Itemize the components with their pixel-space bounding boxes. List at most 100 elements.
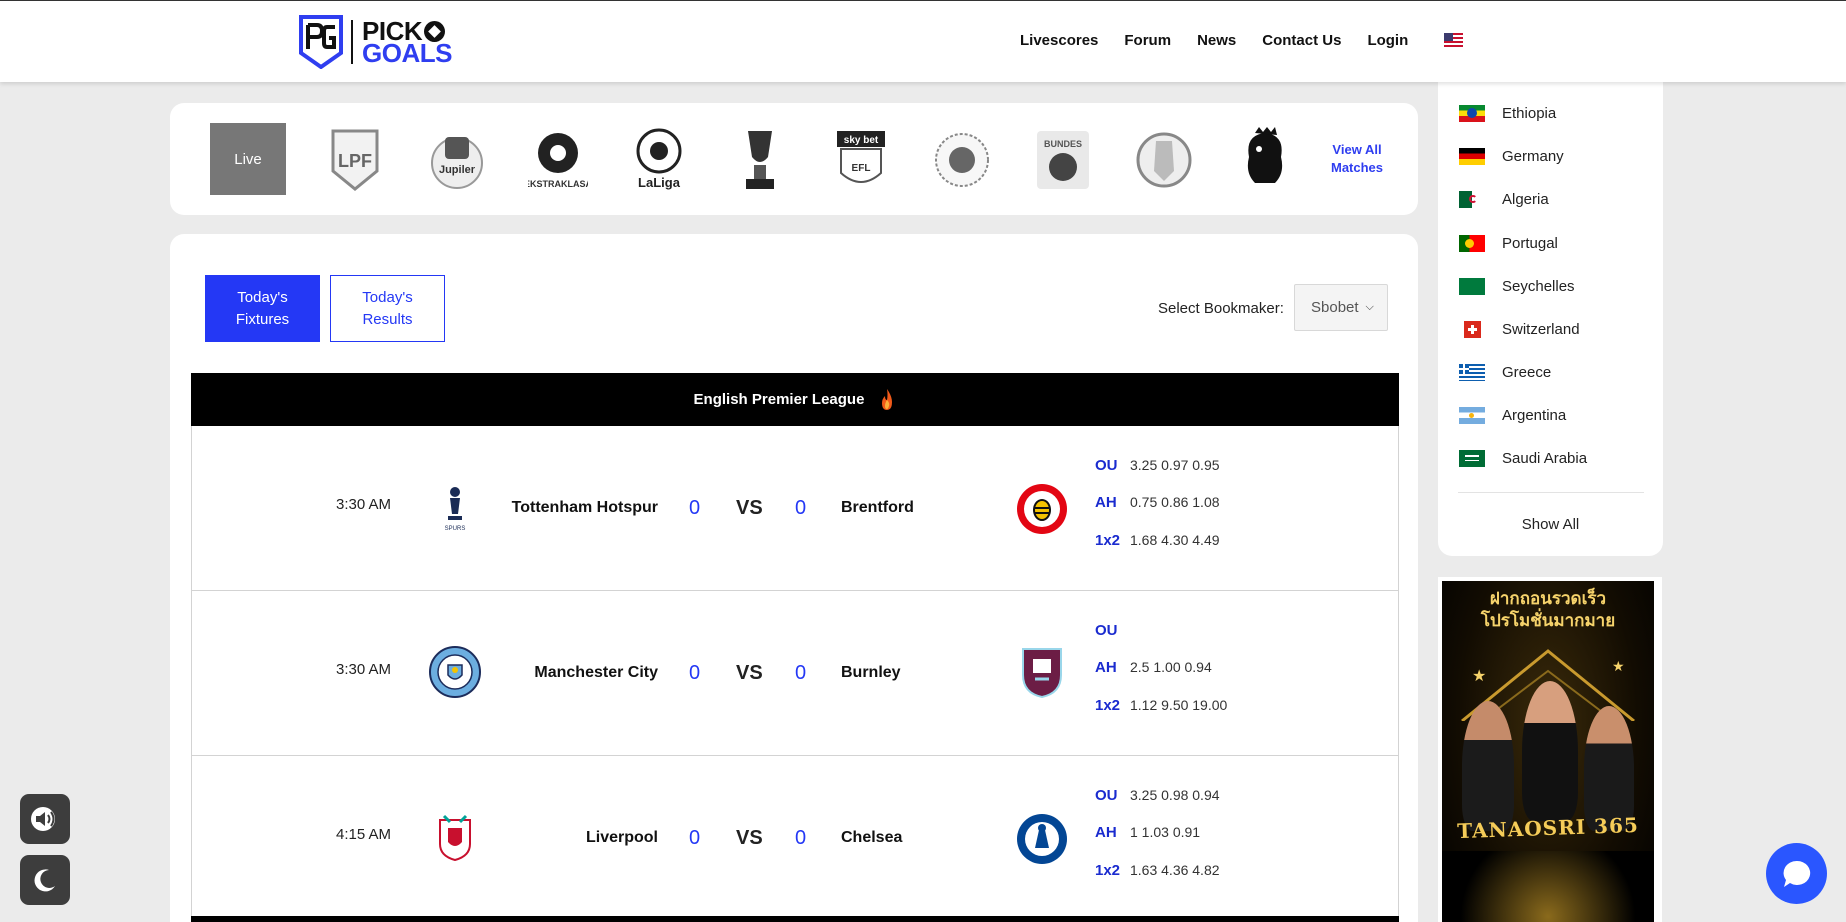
tab-todays-fixtures[interactable]: Today's Fixtures <box>205 275 320 342</box>
league-header[interactable]: English Premier League <box>191 373 1399 426</box>
lpf-league-icon[interactable]: LPF <box>323 125 387 195</box>
bundesliga-icon[interactable]: BUNDES <box>1031 125 1095 195</box>
country-item-ethiopia[interactable]: Ethiopia <box>1459 102 1556 124</box>
vs-label: VS <box>736 497 763 519</box>
match-row[interactable]: 4:15 AM Liverpool 0 VS 0 Chelsea OU 3.25 … <box>191 756 1399 921</box>
match-row[interactable]: 3:30 AM Manchester City 0 VS 0 Burnley O… <box>191 591 1399 756</box>
laliga-league-icon[interactable]: LaLiga <box>627 125 691 195</box>
site-header: PICK GOALS Livescores Forum News Contact… <box>0 0 1846 82</box>
liverpool-crest-icon <box>439 814 471 862</box>
tottenham-crest-icon: SPURS <box>445 487 465 532</box>
chat-button[interactable] <box>1766 843 1827 904</box>
country-item-argentina[interactable]: Argentina <box>1459 404 1566 426</box>
odds-ah[interactable]: AH 2.5 1.00 0.94 <box>1095 659 1212 676</box>
country-item-algeria[interactable]: Algeria <box>1459 188 1549 210</box>
chevron-down-icon: ⌵ <box>1365 301 1374 313</box>
burnley-crest-icon <box>1022 648 1062 699</box>
odds-ou[interactable]: OU 3.25 0.98 0.94 <box>1095 787 1220 804</box>
advertisement-banner[interactable]: ฝากถอนรวดเร็ว โปรโมชั่นมากมาย ★ ★ TANAOS… <box>1438 577 1662 922</box>
country-item-greece[interactable]: Greece <box>1459 361 1551 383</box>
view-all-matches-link[interactable]: View All Matches <box>1322 141 1392 177</box>
odds-ou[interactable]: OU 3.25 0.97 0.95 <box>1095 457 1220 474</box>
odds-ou-label: OU <box>1095 622 1118 639</box>
odds-ah-values: 1 1.03 0.91 <box>1130 824 1201 840</box>
league-title: English Premier League <box>693 391 865 408</box>
country-item-seychelles[interactable]: Seychelles <box>1459 275 1575 297</box>
country-name: Saudi Arabia <box>1502 449 1588 467</box>
indian-super-league-icon[interactable] <box>930 125 994 195</box>
chat-bubble-icon <box>1783 860 1810 887</box>
svg-text:★: ★ <box>1472 668 1486 685</box>
nav-news[interactable]: News <box>1197 32 1236 49</box>
svg-text:EFL: EFL <box>852 163 871 174</box>
premier-league-icon[interactable] <box>1233 125 1297 195</box>
home-team-name[interactable]: Liverpool <box>586 829 658 847</box>
away-team-name[interactable]: Chelsea <box>841 829 902 847</box>
ekstraklasa-league-icon[interactable]: EKSTRAKLASA <box>526 125 590 195</box>
argentina-flag-icon <box>1459 406 1485 424</box>
match-time: 3:30 AM <box>336 661 392 678</box>
home-score: 0 <box>689 827 701 849</box>
nav-forum[interactable]: Forum <box>1124 32 1171 49</box>
country-name: Portugal <box>1502 234 1558 252</box>
sound-toggle-button[interactable] <box>20 794 70 844</box>
main-nav: Livescores Forum News Contact Us Login <box>1020 1 1464 79</box>
country-item-germany[interactable]: Germany <box>1459 145 1564 167</box>
nav-login[interactable]: Login <box>1367 32 1408 49</box>
svg-text:BUNDES: BUNDES <box>1044 139 1082 149</box>
tab-todays-results[interactable]: Today's Results <box>330 275 445 342</box>
odds-ah[interactable]: AH 0.75 0.86 1.08 <box>1095 494 1220 511</box>
us-flag-icon[interactable] <box>1444 33 1464 47</box>
svg-text:EKSTRAKLASA: EKSTRAKLASA <box>528 179 588 189</box>
speaker-icon <box>31 807 55 831</box>
odds-1x2[interactable]: 1x2 1.63 4.36 4.82 <box>1095 862 1220 879</box>
odds-1x2[interactable]: 1x2 1.12 9.50 19.00 <box>1095 697 1227 714</box>
nav-contact-us[interactable]: Contact Us <box>1262 32 1341 49</box>
fire-icon <box>882 388 893 410</box>
country-item-switzerland[interactable]: Switzerland <box>1459 318 1580 340</box>
live-button[interactable]: Live <box>210 123 286 195</box>
odds-1x2-values: 1.68 4.30 4.49 <box>1130 532 1220 548</box>
home-score: 0 <box>689 497 701 519</box>
country-name: Greece <box>1502 363 1552 381</box>
country-item-saudi-arabia[interactable]: Saudi Arabia <box>1459 447 1587 469</box>
show-all-countries-link[interactable]: Show All <box>1438 516 1663 533</box>
home-team-name[interactable]: Manchester City <box>534 664 658 682</box>
odds-ou[interactable]: OU <box>1095 622 1130 639</box>
view-all-line1: View All <box>1332 142 1382 157</box>
saudi-arabia-flag-icon <box>1459 449 1485 467</box>
ad-model <box>1462 701 1514 831</box>
odds-ah[interactable]: AH 1 1.03 0.91 <box>1095 824 1200 841</box>
odds-ah-label: AH <box>1095 494 1117 511</box>
next-league-header <box>191 916 1399 922</box>
country-name: Argentina <box>1502 406 1567 424</box>
away-team-name[interactable]: Brentford <box>841 499 914 517</box>
away-team-name[interactable]: Burnley <box>841 664 901 682</box>
home-team-name[interactable]: Tottenham Hotspur <box>512 499 658 517</box>
ad-headline-2: โปรโมชั่นมากมาย <box>1480 611 1616 630</box>
odds-1x2[interactable]: 1x2 1.68 4.30 4.49 <box>1095 532 1220 549</box>
nav-livescores[interactable]: Livescores <box>1020 32 1098 49</box>
away-score: 0 <box>795 662 807 684</box>
jupiler-league-icon[interactable]: Jupiler <box>425 125 489 195</box>
pg-shield-icon <box>299 15 343 69</box>
sidebar-divider <box>1458 492 1644 493</box>
site-logo[interactable]: PICK GOALS <box>297 15 452 69</box>
odds-ah-values: 2.5 1.00 0.94 <box>1130 659 1212 675</box>
asian-cup-icon[interactable] <box>728 125 792 195</box>
match-time: 4:15 AM <box>336 826 392 843</box>
bookmaker-select[interactable]: Sbobet ⌵ <box>1294 284 1388 331</box>
tab-fixtures-line1: Today's <box>237 288 288 306</box>
chelsea-crest-icon <box>1017 814 1067 864</box>
brasileirao-icon[interactable] <box>1132 125 1196 195</box>
league-carousel: Live LPF Jupiler EKSTRAKLASA LaLiga sky … <box>170 103 1418 215</box>
greece-flag-icon <box>1459 363 1485 381</box>
dark-mode-toggle-button[interactable] <box>20 855 70 905</box>
country-item-portugal[interactable]: Portugal <box>1459 232 1558 254</box>
country-name: Algeria <box>1502 190 1549 208</box>
efl-championship-icon[interactable]: sky bet EFL <box>829 125 893 195</box>
match-row[interactable]: 3:30 AM SPURS Tottenham Hotspur 0 VS 0 B… <box>191 426 1399 591</box>
bookmaker-selected-value: Sbobet <box>1311 299 1359 316</box>
odds-1x2-label: 1x2 <box>1095 862 1121 879</box>
algeria-flag-icon <box>1459 190 1485 208</box>
